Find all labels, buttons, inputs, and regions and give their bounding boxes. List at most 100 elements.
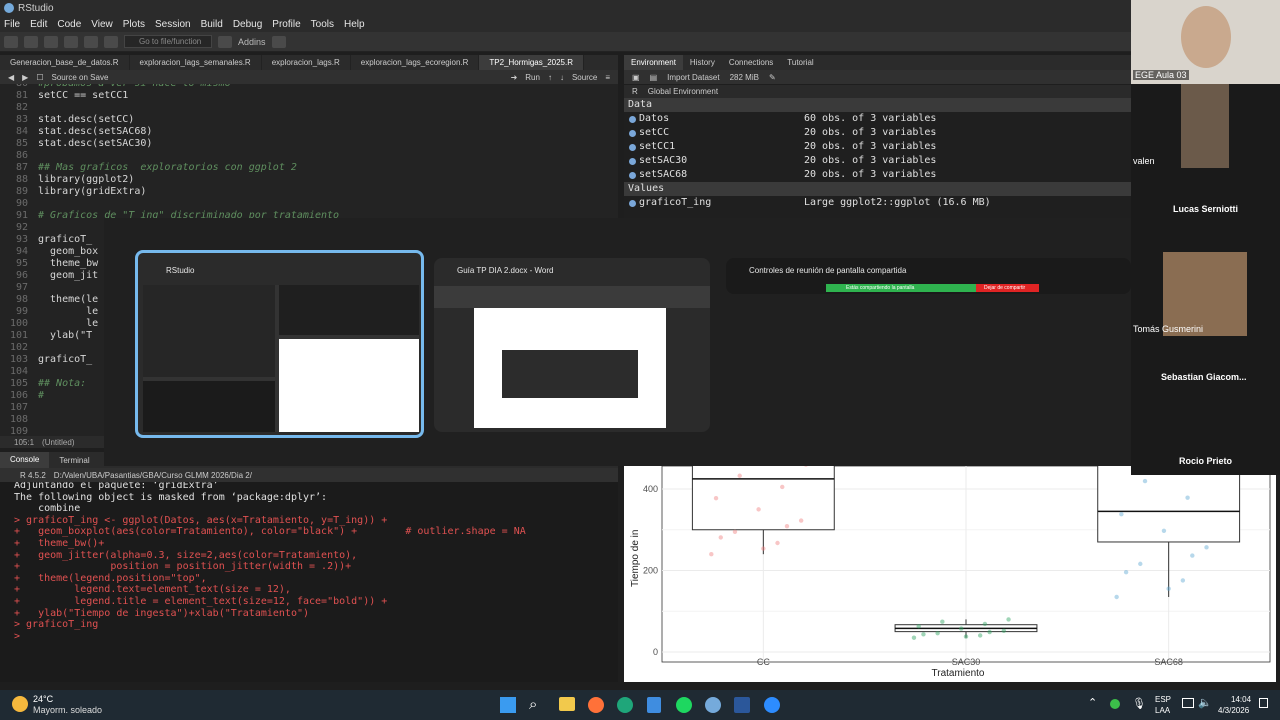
microphone-icon[interactable]: 🎙 (1132, 697, 1146, 710)
addins-menu[interactable]: Addins (238, 37, 266, 47)
new-project-icon[interactable] (24, 35, 38, 48)
speaker-icon[interactable]: 🔈 (1198, 696, 1212, 709)
expand-icon[interactable] (629, 172, 636, 179)
tab-environment[interactable]: Environment (624, 55, 683, 70)
goto-file-input[interactable]: Go to file/function (124, 35, 212, 48)
start-icon[interactable] (500, 697, 516, 713)
save-workspace-icon[interactable]: ▤ (650, 73, 658, 82)
scope-select[interactable]: Global Environment (648, 87, 718, 96)
menu-lines-icon[interactable]: ≡ (605, 73, 618, 82)
zoom-icon[interactable] (764, 697, 780, 713)
menu-edit[interactable]: Edit (30, 19, 47, 30)
file-explorer-icon[interactable] (559, 697, 575, 711)
save-icon[interactable] (64, 35, 78, 48)
code-line[interactable]: 85 stat.desc(setSAC30) (0, 138, 618, 150)
menu-profile[interactable]: Profile (272, 19, 300, 30)
working-directory[interactable]: D:/Valen/UBA/Pasantias/GBA/Curso GLMM 20… (54, 471, 252, 480)
notifications-icon[interactable] (1259, 698, 1268, 708)
window-preview-zoom-controls[interactable]: Controles de reunión de pantalla compart… (726, 258, 1131, 294)
keyboard-layout[interactable]: LAA (1155, 706, 1170, 715)
menu-debug[interactable]: Debug (233, 19, 262, 30)
menu-file[interactable]: File (4, 19, 20, 30)
expand-icon[interactable] (629, 200, 636, 207)
menu-tools[interactable]: Tools (311, 19, 334, 30)
environment-row[interactable]: setCC1 20 obs. of 3 variables (624, 140, 1131, 154)
weather-desc[interactable]: Mayorm. soleado (33, 705, 102, 715)
network-icon[interactable] (1182, 698, 1194, 708)
import-dataset-button[interactable]: Import Dataset (667, 73, 719, 82)
pane-layout-icon[interactable] (271, 35, 286, 48)
tab-source-file-active[interactable]: TP2_Hormigas_2025.R (479, 55, 584, 70)
code-line[interactable]: 88 library(ggplot2) (0, 174, 618, 186)
code-line[interactable]: 89 library(gridExtra) (0, 186, 618, 198)
forward-arrow-icon[interactable]: ▶ (22, 73, 28, 82)
language-code[interactable]: ESP (1155, 695, 1171, 704)
tab-tutorial[interactable]: Tutorial (780, 55, 820, 70)
source-button[interactable]: Source (572, 73, 597, 82)
open-icon[interactable]: ▣ (632, 73, 640, 82)
weather-icon[interactable] (12, 696, 28, 712)
expand-icon[interactable] (629, 158, 636, 165)
menu-code[interactable]: Code (57, 19, 81, 30)
word-icon[interactable] (734, 697, 750, 713)
menu-view[interactable]: View (91, 19, 113, 30)
clock-date[interactable]: 4/3/2026 (1218, 706, 1249, 715)
window-preview-rstudio[interactable]: RStudio (135, 250, 424, 438)
broom-icon[interactable]: ✎ (769, 73, 776, 82)
down-arrow-icon[interactable]: ↓ (560, 73, 564, 82)
expand-icon[interactable] (629, 144, 636, 151)
tab-source-file[interactable]: Generacion_base_de_datos.R (0, 55, 130, 70)
back-arrow-icon[interactable]: ◀ (8, 73, 14, 82)
tab-source-file[interactable]: exploracion_lags.R (262, 55, 351, 70)
rstudio-taskbar-icon[interactable] (705, 697, 721, 713)
tab-connections[interactable]: Connections (722, 55, 780, 70)
notepad-icon[interactable] (647, 697, 661, 713)
print-icon[interactable] (104, 35, 118, 48)
run-icon[interactable]: ➜ (511, 73, 518, 82)
tab-source-file[interactable]: exploracion_lags_ecoregion.R (351, 55, 480, 70)
up-arrow-icon[interactable]: ↑ (548, 73, 552, 82)
environment-row[interactable]: setSAC30 20 obs. of 3 variables (624, 154, 1131, 168)
tab-history[interactable]: History (683, 55, 722, 70)
clock-time[interactable]: 14:04 (1231, 695, 1251, 704)
language-select[interactable]: R (632, 87, 638, 96)
spotify-icon[interactable] (676, 697, 692, 713)
code-line[interactable]: 84 stat.desc(setSAC68) (0, 126, 618, 138)
tab-console[interactable]: Console (0, 452, 50, 468)
edge-icon[interactable] (617, 697, 633, 713)
code-line[interactable]: 87 ## Mas graficos exploratorios con ggpl… (0, 162, 618, 174)
memory-usage[interactable]: 282 MiB (730, 73, 759, 82)
run-button[interactable]: Run (525, 73, 540, 82)
console-output[interactable]: Adjuntando el paquete: ‘gridExtra’ The fo… (0, 482, 618, 682)
search-icon[interactable]: ⌕ (529, 696, 537, 713)
environment-row[interactable]: graficoT_ing Large ggplot2::ggplot (16.6 … (624, 196, 1131, 210)
firefox-icon[interactable] (588, 697, 604, 713)
scope-label[interactable]: (Untitled) (42, 438, 74, 447)
source-on-save-checkbox[interactable]: ☐ (36, 73, 43, 82)
menu-session[interactable]: Session (155, 19, 191, 30)
grid-icon[interactable] (218, 35, 232, 48)
code-line[interactable]: 90 (0, 198, 618, 210)
menu-plots[interactable]: Plots (123, 19, 145, 30)
code-line[interactable]: 81 setCC == setCC1 (0, 90, 618, 102)
code-line[interactable]: 83 stat.desc(setCC) (0, 114, 618, 126)
weather-temp[interactable]: 24°C (33, 694, 53, 704)
menu-help[interactable]: Help (344, 19, 365, 30)
tray-app-icon[interactable] (1110, 699, 1120, 709)
tab-terminal[interactable]: Terminal (49, 456, 99, 465)
new-file-icon[interactable] (4, 35, 18, 48)
tab-source-file[interactable]: exploracion_lags_semanales.R (130, 55, 262, 70)
open-file-icon[interactable] (44, 35, 58, 48)
environment-row[interactable]: setCC 20 obs. of 3 variables (624, 126, 1131, 140)
chevron-up-icon[interactable]: ⌃ (1088, 696, 1097, 709)
window-preview-word[interactable]: Guía TP DIA 2.docx - Word (434, 258, 710, 432)
environment-row[interactable]: setSAC68 20 obs. of 3 variables (624, 168, 1131, 182)
expand-icon[interactable] (629, 116, 636, 123)
save-all-icon[interactable] (84, 35, 98, 48)
code-line[interactable]: 82 (0, 102, 618, 114)
code-line[interactable]: 86 (0, 150, 618, 162)
expand-icon[interactable] (629, 130, 636, 137)
environment-row[interactable]: Datos 60 obs. of 3 variables (624, 112, 1131, 126)
stop-share-button[interactable]: Dejar de compartir (976, 284, 1039, 292)
menu-build[interactable]: Build (201, 19, 223, 30)
